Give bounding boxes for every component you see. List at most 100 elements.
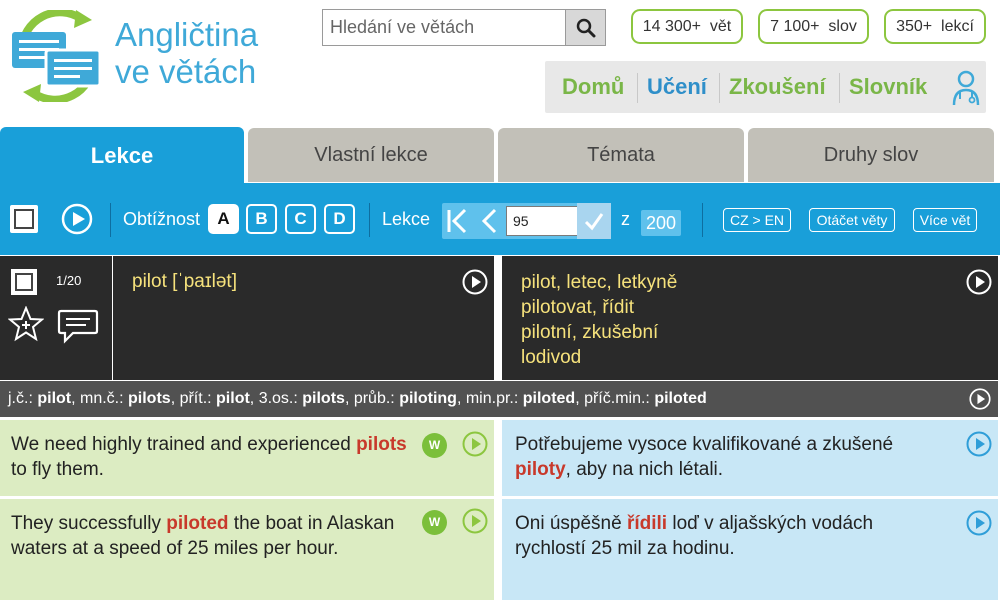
form-separator: , [575,390,585,407]
word-counter: 1/20 [56,273,82,288]
difficulty-a[interactable]: A [208,204,239,234]
difficulty-label: Obtížnost [123,209,201,229]
difficulty-d[interactable]: D [324,204,355,234]
tab-own-lessons[interactable]: Vlastní lekce [248,128,494,182]
nav-separator [637,73,638,103]
highlighted-word: piloted [166,513,229,534]
stat-words[interactable]: 7 100+ slov [758,9,869,44]
form-value: piloting [399,390,457,407]
play-all-icon[interactable] [61,203,93,235]
logo-icon [12,10,102,102]
play-sentence-icon[interactable] [966,510,992,536]
play-translation-icon[interactable] [966,269,992,295]
form-label: přít.: [179,390,217,407]
previous-lesson-button[interactable] [474,203,504,239]
form-value: piloted [522,390,576,407]
search-input[interactable] [323,10,566,45]
form-separator: , [249,390,259,407]
word-badge-icon[interactable]: W [422,510,447,535]
sentence-en: They successfully piloted the boat in Al… [0,499,494,600]
search-button[interactable] [565,10,605,45]
form-value: pilot [216,390,250,407]
form-label: j.č.: [8,390,38,407]
toolbar-separator [369,203,370,237]
word-badge-icon[interactable]: W [422,433,447,458]
toolbar-separator [110,203,111,237]
sentence-text: Potřebujeme vysoce kvalifikované a zkuše… [515,432,945,482]
search-icon [576,18,595,37]
word-forms: j.č.: pilot, mn.č.: pilots, přít.: pilot… [8,390,707,408]
tab-topics[interactable]: Témata [498,128,744,182]
translation-list: pilot, letec, letkyně pilotovat, řídit p… [521,270,677,370]
highlighted-word: pilots [356,434,407,455]
text: Potřebujeme vysoce kvalifikované a zkuše… [515,434,894,455]
select-all-checkbox[interactable] [10,205,38,233]
toolbar-separator [702,203,703,237]
sentence-text: We need highly trained and experienced p… [11,432,411,482]
play-forms-icon[interactable] [969,388,991,410]
star-plus-icon[interactable] [8,306,44,342]
form-label: průb.: [353,390,400,407]
sentence-cz: Potřebujeme vysoce kvalifikované a zkuše… [502,420,998,496]
text: , aby na nich létali. [565,459,724,480]
nav-separator [839,73,840,103]
form-label: příč.min.: [584,390,655,407]
form-separator: , [170,390,180,407]
translation-item: lodivod [521,347,582,368]
nav-dictionary[interactable]: Slovník [849,73,927,101]
comment-icon[interactable] [57,308,99,344]
of-label: z [621,209,630,229]
form-separator: , [344,390,354,407]
form-value: pilots [302,390,345,407]
text: Oni úspěšně [515,513,627,534]
form-separator: , [456,390,466,407]
form-value: pilot [37,390,72,407]
tab-word-types[interactable]: Druhy slov [748,128,994,182]
stat-lessons[interactable]: 350+ lekcí [884,9,986,44]
rotate-sentences-button[interactable]: Otáčet věty [809,208,895,232]
headword: pilot [ˈpaɪlət] [132,271,237,292]
highlighted-word: řídili [626,513,668,534]
form-value: piloted [654,390,707,407]
play-headword-icon[interactable] [462,269,488,295]
nav-home[interactable]: Domů [562,73,624,101]
translation-item: pilotní, zkušební [521,322,659,343]
form-label: min.pr.: [465,390,523,407]
logo-line-2: ve větách [115,53,257,90]
form-label: mn.č.: [80,390,129,407]
nav-learning[interactable]: Učení [647,73,707,101]
translation-panel: pilot, letec, letkyně pilotovat, řídit p… [502,256,998,380]
more-sentences-button[interactable]: Více vět [913,208,977,232]
text: We need highly trained and experienced [11,434,357,455]
difficulty-b[interactable]: B [246,204,277,234]
highlighted-word: piloty [515,459,566,480]
play-sentence-icon[interactable] [462,431,488,457]
translation-item: pilotovat, řídit [521,297,634,318]
lesson-toolbar: Obtížnost A B C D Lekce 95 z 200 CZ > EN… [0,183,1000,255]
text: to fly them. [11,459,104,480]
sentence-en: We need highly trained and experienced p… [0,420,494,496]
nav-testing[interactable]: Zkoušení [729,73,826,101]
lesson-total: 200 [641,210,681,236]
user-doctor-icon[interactable] [950,68,982,106]
next-lesson-button[interactable] [548,203,578,239]
sentence-cz: Oni úspěšně řídili loď v aljašských vodá… [502,499,998,600]
tab-lessons[interactable]: Lekce [0,127,244,185]
play-sentence-icon[interactable] [462,508,488,534]
stat-sentences[interactable]: 14 300+ vět [631,9,743,44]
first-page-icon [447,208,467,234]
logo-text: Angličtina ve větách [115,16,258,90]
form-label: 3.os.: [258,390,303,407]
word-checkbox[interactable] [11,269,37,295]
difficulty-c[interactable]: C [285,204,316,234]
play-sentence-icon[interactable] [966,431,992,457]
word-forms-bar: j.č.: pilot, mn.č.: pilots, přít.: pilot… [0,381,998,417]
form-value: pilots [128,390,171,407]
site-logo[interactable]: Angličtina ve větách [10,10,270,102]
direction-toggle-button[interactable]: CZ > EN [723,208,791,232]
confirm-lesson-button[interactable] [577,203,611,239]
lesson-label: Lekce [382,209,431,229]
sentence-text: They successfully piloted the boat in Al… [11,511,411,561]
logo-line-1: Angličtina [115,16,259,53]
first-lesson-button[interactable] [442,203,472,239]
